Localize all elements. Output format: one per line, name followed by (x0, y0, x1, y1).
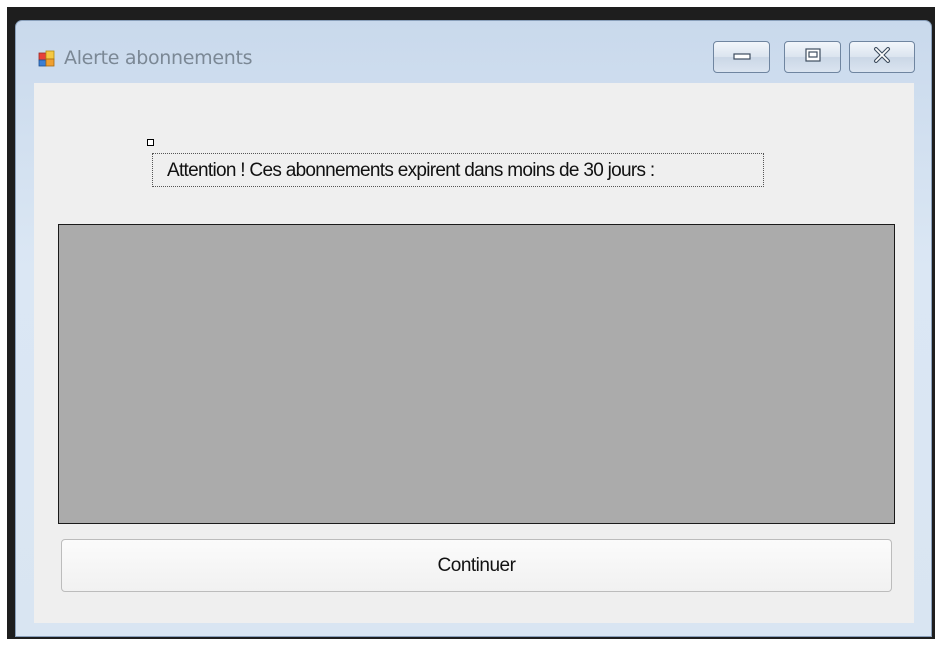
alert-label: Attention ! Ces abonnements expirent dan… (167, 160, 655, 181)
minimize-button[interactable] (713, 41, 770, 73)
subscriptions-data-grid[interactable] (58, 224, 895, 524)
form-client-area: Attention ! Ces abonnements expirent dan… (34, 83, 914, 623)
close-icon (872, 46, 892, 68)
form-window: Alerte abonnements Attention ! Ces abonn… (15, 20, 932, 637)
alert-label-container[interactable]: Attention ! Ces abonnements expirent dan… (152, 153, 764, 187)
continue-button[interactable]: Continuer (61, 539, 892, 592)
minimize-icon (732, 48, 752, 66)
maximize-button[interactable] (784, 41, 841, 73)
maximize-icon (804, 47, 822, 68)
windows-forms-app-icon (38, 50, 56, 68)
window-title: Alerte abonnements (64, 47, 253, 69)
title-bar[interactable]: Alerte abonnements (16, 21, 931, 83)
label-selection-handle[interactable] (147, 139, 154, 146)
close-button[interactable] (849, 41, 915, 73)
